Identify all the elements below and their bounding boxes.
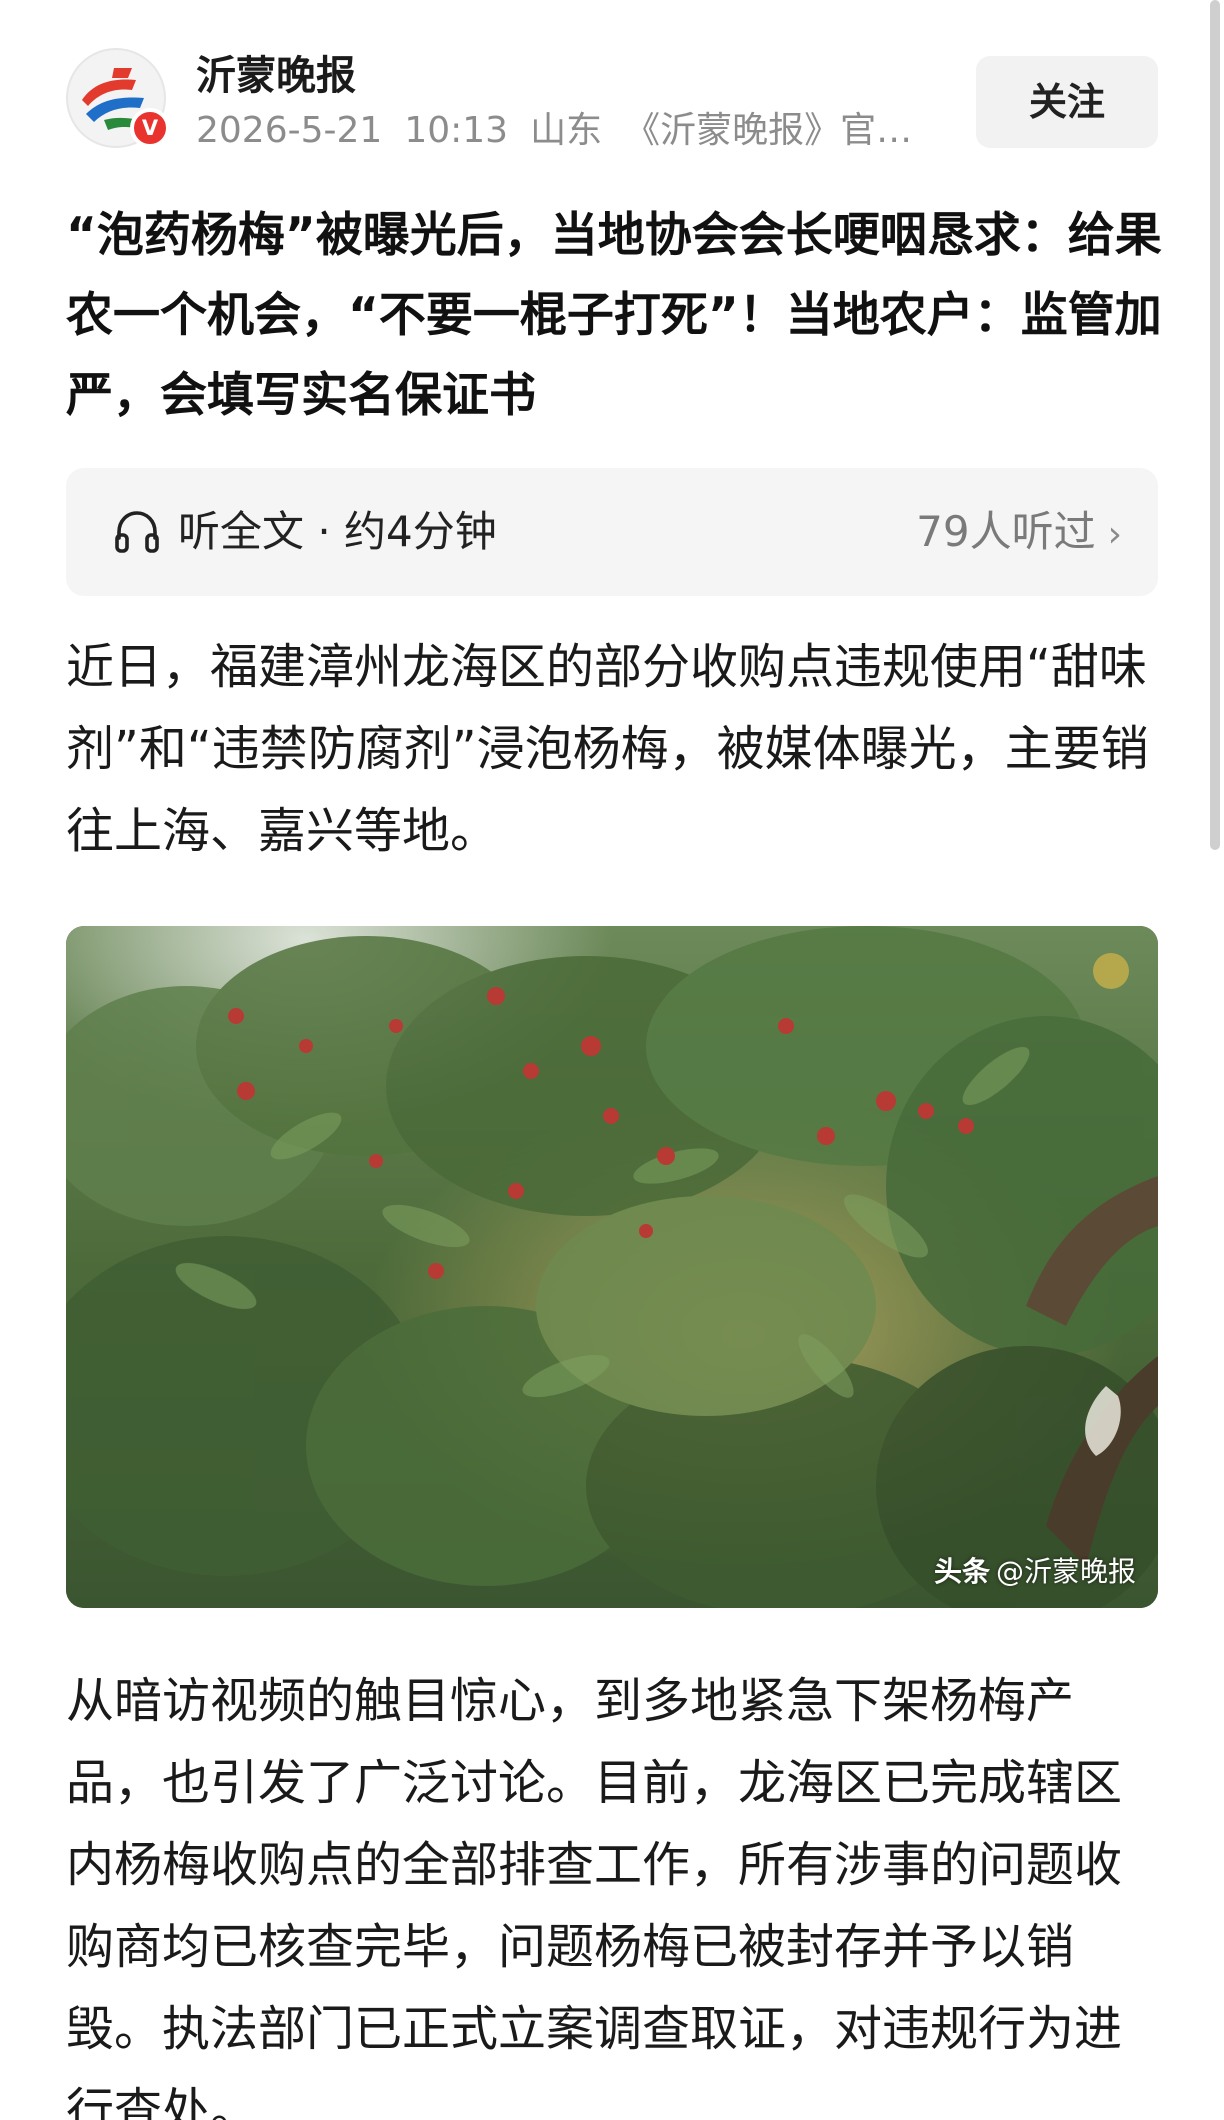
post-location: 山东 xyxy=(530,110,603,151)
listener-count-text: 79人听过 xyxy=(916,507,1096,556)
post-meta: 2026-5-21 10:13 山东 《沂蒙晚报》官… xyxy=(196,106,996,156)
post-date: 2026-5-21 xyxy=(196,110,383,151)
article-paragraph-2: 从暗访视频的触目惊心，到多地紧急下架杨梅产品，也引发了广泛讨论。目前，龙海区已完… xyxy=(66,1673,1123,2120)
headphones-icon xyxy=(112,506,162,560)
verified-badge-icon: V xyxy=(130,108,170,148)
image-watermark: 头条 @沂蒙晚报 xyxy=(934,1550,1136,1590)
watermark-brand: 头条 xyxy=(933,1555,990,1588)
watermark-account: @沂蒙晚报 xyxy=(995,1555,1136,1588)
article-header: V 沂蒙晚报 2026-5-21 10:13 山东 《沂蒙晚报》官… 关注 xyxy=(66,48,1158,158)
avatar[interactable]: V xyxy=(66,48,170,148)
scrollbar[interactable] xyxy=(1210,0,1220,850)
article-page: V 沂蒙晚报 2026-5-21 10:13 山东 《沂蒙晚报》官… 关注 “泡药杨梅… xyxy=(0,0,1224,2120)
account-description: 《沂蒙晚报》官… xyxy=(624,110,913,151)
listen-full-text-bar[interactable]: 听全文 · 约4分钟 79人听过 › xyxy=(66,468,1158,596)
chevron-right-icon: › xyxy=(1107,514,1122,555)
follow-button[interactable]: 关注 xyxy=(976,56,1158,148)
bayberry-tree-photo xyxy=(66,926,1158,1608)
article-image[interactable]: 头条 @沂蒙晚报 xyxy=(66,926,1158,1608)
post-time: 10:13 xyxy=(404,110,509,151)
listener-count: 79人听过 › xyxy=(916,468,1122,599)
article-paragraph-1: 近日，福建漳州龙海区的部分收购点违规使用“甜味剂”和“违禁防腐剂”浸泡杨梅，被媒… xyxy=(66,639,1149,859)
article-headline: “泡药杨梅”被曝光后，当地协会会长哽咽恳求：给果农一个机会，“不要一棍子打死”！… xyxy=(66,208,1162,423)
listen-label: 听全文 · 约4分钟 xyxy=(178,507,497,556)
author-name[interactable]: 沂蒙晚报 xyxy=(196,50,356,102)
